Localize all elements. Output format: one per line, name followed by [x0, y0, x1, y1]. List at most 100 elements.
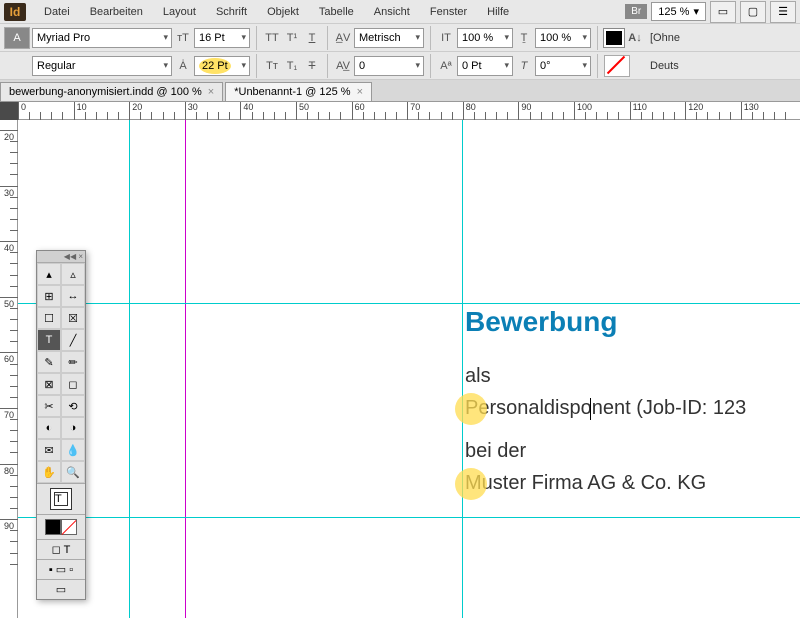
close-icon[interactable]: ×: [357, 86, 363, 98]
body-text-role[interactable]: Personaldisponent (Job-ID: 123: [465, 397, 746, 420]
gradient-swatch-tool[interactable]: ◐: [37, 417, 61, 439]
guide-margin[interactable]: [185, 120, 186, 618]
content-placer-tool[interactable]: ☒: [61, 307, 85, 329]
fill-stroke-swatch[interactable]: T: [37, 483, 85, 514]
body-text-firma[interactable]: Muster Firma AG & Co. KG: [465, 472, 706, 495]
menu-layout[interactable]: Layout: [153, 3, 206, 21]
rectangle-tool[interactable]: ◻: [61, 373, 85, 395]
vscale-icon: IT: [437, 29, 455, 47]
highlight-marker: [455, 393, 487, 425]
tracking-dropdown[interactable]: 0: [354, 56, 424, 76]
pencil-tool[interactable]: ✏: [61, 351, 85, 373]
guide-vertical[interactable]: [129, 120, 130, 618]
vscale-dropdown[interactable]: 100 %: [457, 28, 513, 48]
tab-bewerbung[interactable]: bewerbung-anonymisiert.indd @ 100 %×: [0, 82, 223, 101]
line-tool[interactable]: ╱: [61, 329, 85, 351]
view-toggle[interactable]: ▭: [37, 579, 85, 599]
body-text[interactable]: als: [465, 365, 491, 388]
allcaps-icon[interactable]: TT: [263, 29, 281, 47]
screen-mode-icon[interactable]: ▢: [740, 1, 766, 23]
note-tool[interactable]: ✉: [37, 439, 61, 461]
rectangle-frame-tool[interactable]: ⊠: [37, 373, 61, 395]
tab-label: *Unbenannt-1 @ 125 %: [234, 86, 350, 98]
kerning-dropdown[interactable]: Metrisch: [354, 28, 424, 48]
tab-unbenannt[interactable]: *Unbenannt-1 @ 125 % ×: [225, 82, 372, 101]
leading-dropdown[interactable]: 22 Pt: [194, 56, 250, 76]
menu-datei[interactable]: Datei: [34, 3, 80, 21]
stroke-swatch[interactable]: [604, 55, 630, 77]
font-size-icon: тT: [174, 29, 192, 47]
type-tool[interactable]: T: [37, 329, 61, 351]
document-canvas[interactable]: Bewerbung als Personaldisponent (Job-ID:…: [18, 120, 800, 618]
hscale-icon: Ṯ: [515, 29, 533, 47]
menu-schrift[interactable]: Schrift: [206, 3, 257, 21]
body-text[interactable]: bei der: [465, 440, 526, 463]
guide-vertical[interactable]: [462, 120, 463, 618]
page-tool[interactable]: ⊞: [37, 285, 61, 307]
menu-bearbeiten[interactable]: Bearbeiten: [80, 3, 153, 21]
superscript-icon[interactable]: T¹: [283, 29, 301, 47]
gap-tool[interactable]: ↔: [61, 285, 85, 307]
panel-header[interactable]: ◀◀ ×: [37, 251, 85, 263]
apply-color[interactable]: ◻ T: [37, 539, 85, 559]
tracking-value: 0: [359, 60, 365, 72]
leading-icon: Ȧ: [174, 57, 192, 75]
font-style-dropdown[interactable]: Regular: [32, 56, 172, 76]
bridge-badge[interactable]: Br: [625, 4, 647, 19]
gradient-feather-tool[interactable]: ◑: [61, 417, 85, 439]
fill-swatch[interactable]: [604, 29, 624, 47]
font-style-value: Regular: [37, 60, 76, 72]
text-cursor: [590, 398, 591, 420]
skew-value: 0°: [540, 60, 551, 72]
guide-horizontal[interactable]: [18, 517, 800, 518]
smallcaps-icon[interactable]: Tᴛ: [263, 57, 281, 75]
font-family-value: Myriad Pro: [37, 32, 90, 44]
ruler-vertical[interactable]: 2030405060708090: [0, 120, 18, 618]
content-collector-tool[interactable]: ☐: [37, 307, 61, 329]
eyedropper-tool[interactable]: 💧: [61, 439, 85, 461]
underline-icon[interactable]: T: [303, 29, 321, 47]
color-mode-row[interactable]: ▪ ▭ ▫: [37, 559, 85, 579]
subscript-icon[interactable]: T₁: [283, 57, 301, 75]
hscale-value: 100 %: [540, 32, 571, 44]
zoom-selector[interactable]: 125 %▾: [651, 2, 706, 21]
tools-panel[interactable]: ◀◀ × ▴ ▵ ⊞ ↔ ☐ ☒ T ╱ ✎ ✏ ⊠ ◻ ✂ ⟲ ◐ ◑ ✉ 💧…: [36, 250, 86, 600]
heading-text[interactable]: Bewerbung: [465, 306, 617, 338]
menu-bar: Id Datei Bearbeiten Layout Schrift Objek…: [0, 0, 800, 24]
leading-value: 22 Pt: [199, 58, 231, 74]
font-size-dropdown[interactable]: 16 Pt: [194, 28, 250, 48]
close-icon[interactable]: ×: [208, 86, 214, 98]
menu-objekt[interactable]: Objekt: [257, 3, 309, 21]
skew-dropdown[interactable]: 0°: [535, 56, 591, 76]
scissors-tool[interactable]: ✂: [37, 395, 61, 417]
strikethrough-icon[interactable]: T: [303, 57, 321, 75]
direct-selection-tool[interactable]: ▵: [61, 263, 85, 285]
skew-icon: T: [515, 57, 533, 75]
baseline-value: 0 Pt: [462, 60, 482, 72]
menu-fenster[interactable]: Fenster: [420, 3, 477, 21]
baseline-icon: Aª: [437, 57, 455, 75]
hand-tool[interactable]: ✋: [37, 461, 61, 483]
control-row-1: A Myriad Pro тT 16 Pt TT T¹ T A̲V Metris…: [0, 24, 800, 52]
char-style-icon: A↓: [626, 29, 644, 47]
free-transform-tool[interactable]: ⟲: [61, 395, 85, 417]
arrange-icon[interactable]: ☰: [770, 1, 796, 23]
view-mode-icon[interactable]: ▭: [710, 1, 736, 23]
default-colors[interactable]: [37, 514, 85, 539]
menu-tabelle[interactable]: Tabelle: [309, 3, 364, 21]
font-family-dropdown[interactable]: Myriad Pro: [32, 28, 172, 48]
document-tabs: bewerbung-anonymisiert.indd @ 100 %× *Un…: [0, 80, 800, 102]
zoom-tool[interactable]: 🔍: [61, 461, 85, 483]
menu-ansicht[interactable]: Ansicht: [364, 3, 420, 21]
ruler-horizontal[interactable]: 0102030405060708090100110120130: [18, 102, 800, 120]
guide-horizontal[interactable]: [18, 303, 800, 304]
font-size-value: 16 Pt: [199, 32, 225, 44]
baseline-dropdown[interactable]: 0 Pt: [457, 56, 513, 76]
tracking-icon: AV̲: [334, 57, 352, 75]
pen-tool[interactable]: ✎: [37, 351, 61, 373]
menu-hilfe[interactable]: Hilfe: [477, 3, 519, 21]
selection-tool[interactable]: ▴: [37, 263, 61, 285]
hscale-dropdown[interactable]: 100 %: [535, 28, 591, 48]
char-mode-icon[interactable]: A: [4, 27, 30, 49]
kerning-icon: A̲V: [334, 29, 352, 47]
